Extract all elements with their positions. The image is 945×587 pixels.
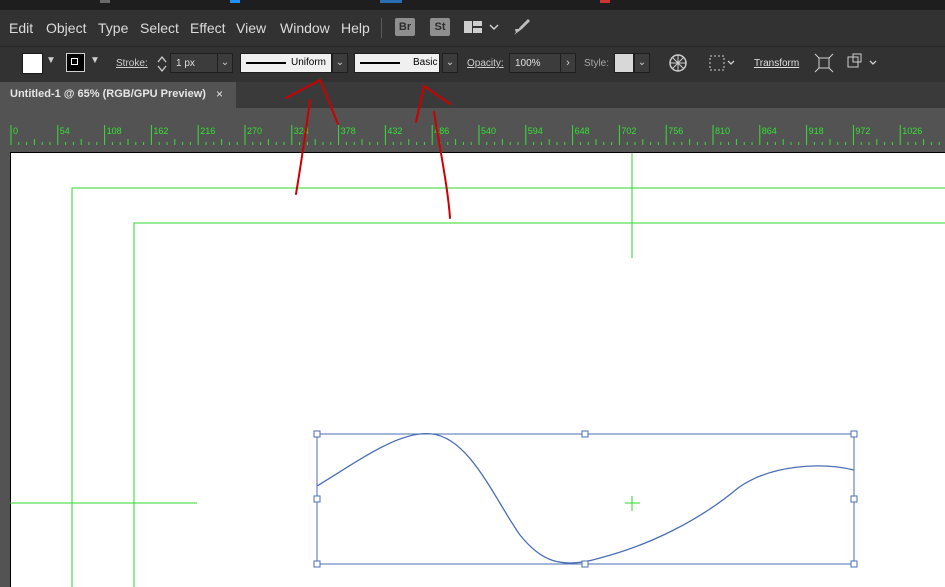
tab-indicator (600, 0, 610, 3)
stroke-weight-input[interactable]: 1 px (170, 53, 218, 73)
menu-type[interactable]: Type (98, 20, 128, 36)
ruler-ticks: 0 54 108 162 216 270 324 378 432 486 540 594 648 702 7… (10, 125, 940, 145)
ruler-tick-label: 594 (528, 126, 543, 136)
horizontal-ruler[interactable]: 0 54 108 162 216 270 324 378 432 486 540 594 648 702 7… (0, 108, 945, 146)
arrange-documents-icon[interactable] (463, 19, 503, 37)
stroke-weight-dropdown[interactable]: ⌄ (217, 53, 233, 73)
stroke-label[interactable]: Stroke: (116, 58, 148, 69)
ruler-tick-label: 324 (294, 126, 309, 136)
ruler-tick-label: 972 (855, 126, 870, 136)
menu-effect[interactable]: Effect (190, 20, 226, 36)
menu-view[interactable]: View (236, 20, 266, 36)
window-top-strip (0, 0, 945, 10)
brush-definition-value: Basic (413, 57, 438, 68)
control-bar: ▼ ▼ Stroke: 1 px ⌄ Uniform ⌄ Basic ⌄ Opa… (0, 46, 945, 83)
edit-clipping-path-icon[interactable] (846, 53, 880, 73)
chevron-down-icon[interactable]: ▼ (90, 55, 100, 66)
ruler-tick-label: 756 (668, 126, 683, 136)
ruler-tick-label: 864 (762, 126, 777, 136)
align-to-selection-icon[interactable] (708, 53, 738, 73)
menu-help[interactable]: Help (341, 20, 370, 36)
menu-window[interactable]: Window (280, 20, 330, 36)
chevron-down-icon[interactable]: ▼ (46, 55, 56, 66)
fill-swatch[interactable] (22, 53, 43, 74)
brush-preview-line (360, 62, 400, 64)
recolor-artwork-icon[interactable] (668, 53, 688, 73)
transform-link[interactable]: Transform (754, 58, 799, 69)
style-label: Style: (584, 58, 610, 69)
isolate-object-icon[interactable] (814, 53, 834, 73)
opacity-input[interactable]: 100% (509, 53, 561, 73)
ruler-tick-label: 918 (809, 126, 824, 136)
tab-indicator (100, 0, 110, 3)
ruler-tick-label: 162 (153, 126, 168, 136)
ruler-tick-label: 216 (200, 126, 215, 136)
graphic-style-swatch[interactable] (614, 53, 634, 73)
variable-width-profile-select[interactable]: Uniform (240, 53, 332, 73)
variable-width-profile-dropdown[interactable]: ⌄ (332, 53, 348, 73)
tab-untitled-1[interactable]: Untitled-1 @ 65% (RGB/GPU Preview) × (0, 82, 236, 108)
close-icon[interactable]: × (216, 87, 223, 101)
graphic-style-dropdown[interactable]: ⌄ (634, 53, 650, 73)
ruler-tick-label: 540 (481, 126, 496, 136)
brush-definition-select[interactable]: Basic (354, 53, 440, 73)
tab-indicator (380, 0, 402, 3)
ruler-tick-label: 378 (341, 126, 356, 136)
stroke-swatch[interactable] (66, 53, 85, 72)
ruler-tick-label: 1026 (902, 126, 922, 136)
ruler-tick-label: 432 (387, 126, 402, 136)
variable-width-profile-value: Uniform (291, 57, 327, 68)
document-tab-bar: Untitled-1 @ 65% (RGB/GPU Preview) × (0, 82, 945, 108)
gpu-performance-icon[interactable] (512, 17, 532, 37)
profile-preview-line (246, 62, 286, 64)
opacity-arrow[interactable]: › (560, 53, 576, 73)
menu-object[interactable]: Object (46, 20, 86, 36)
ruler-tick-label: 0 (13, 126, 18, 136)
menu-select[interactable]: Select (140, 20, 179, 36)
menu-bar: Edit Object Type Select Effect View Wind… (0, 10, 945, 46)
menu-separator (381, 18, 382, 38)
ruler-tick-label: 54 (60, 126, 70, 136)
ruler-tick-label: 270 (247, 126, 262, 136)
ruler-tick-label: 486 (434, 126, 449, 136)
artboard[interactable] (10, 152, 945, 587)
ruler-tick-label: 702 (621, 126, 636, 136)
document-tab-title: Untitled-1 @ 65% (RGB/GPU Preview) (10, 88, 206, 100)
ruler-tick-label: 648 (575, 126, 590, 136)
stroke-weight-stepper-icon[interactable] (156, 55, 168, 73)
menu-edit[interactable]: Edit (9, 20, 33, 36)
brush-definition-dropdown[interactable]: ⌄ (442, 53, 458, 73)
tab-indicator (230, 0, 240, 3)
bridge-icon[interactable]: Br (395, 18, 415, 36)
ruler-tick-label: 810 (715, 126, 730, 136)
ruler-tick-label: 108 (107, 126, 122, 136)
opacity-label[interactable]: Opacity: (467, 58, 504, 69)
stock-icon[interactable]: St (430, 18, 450, 36)
